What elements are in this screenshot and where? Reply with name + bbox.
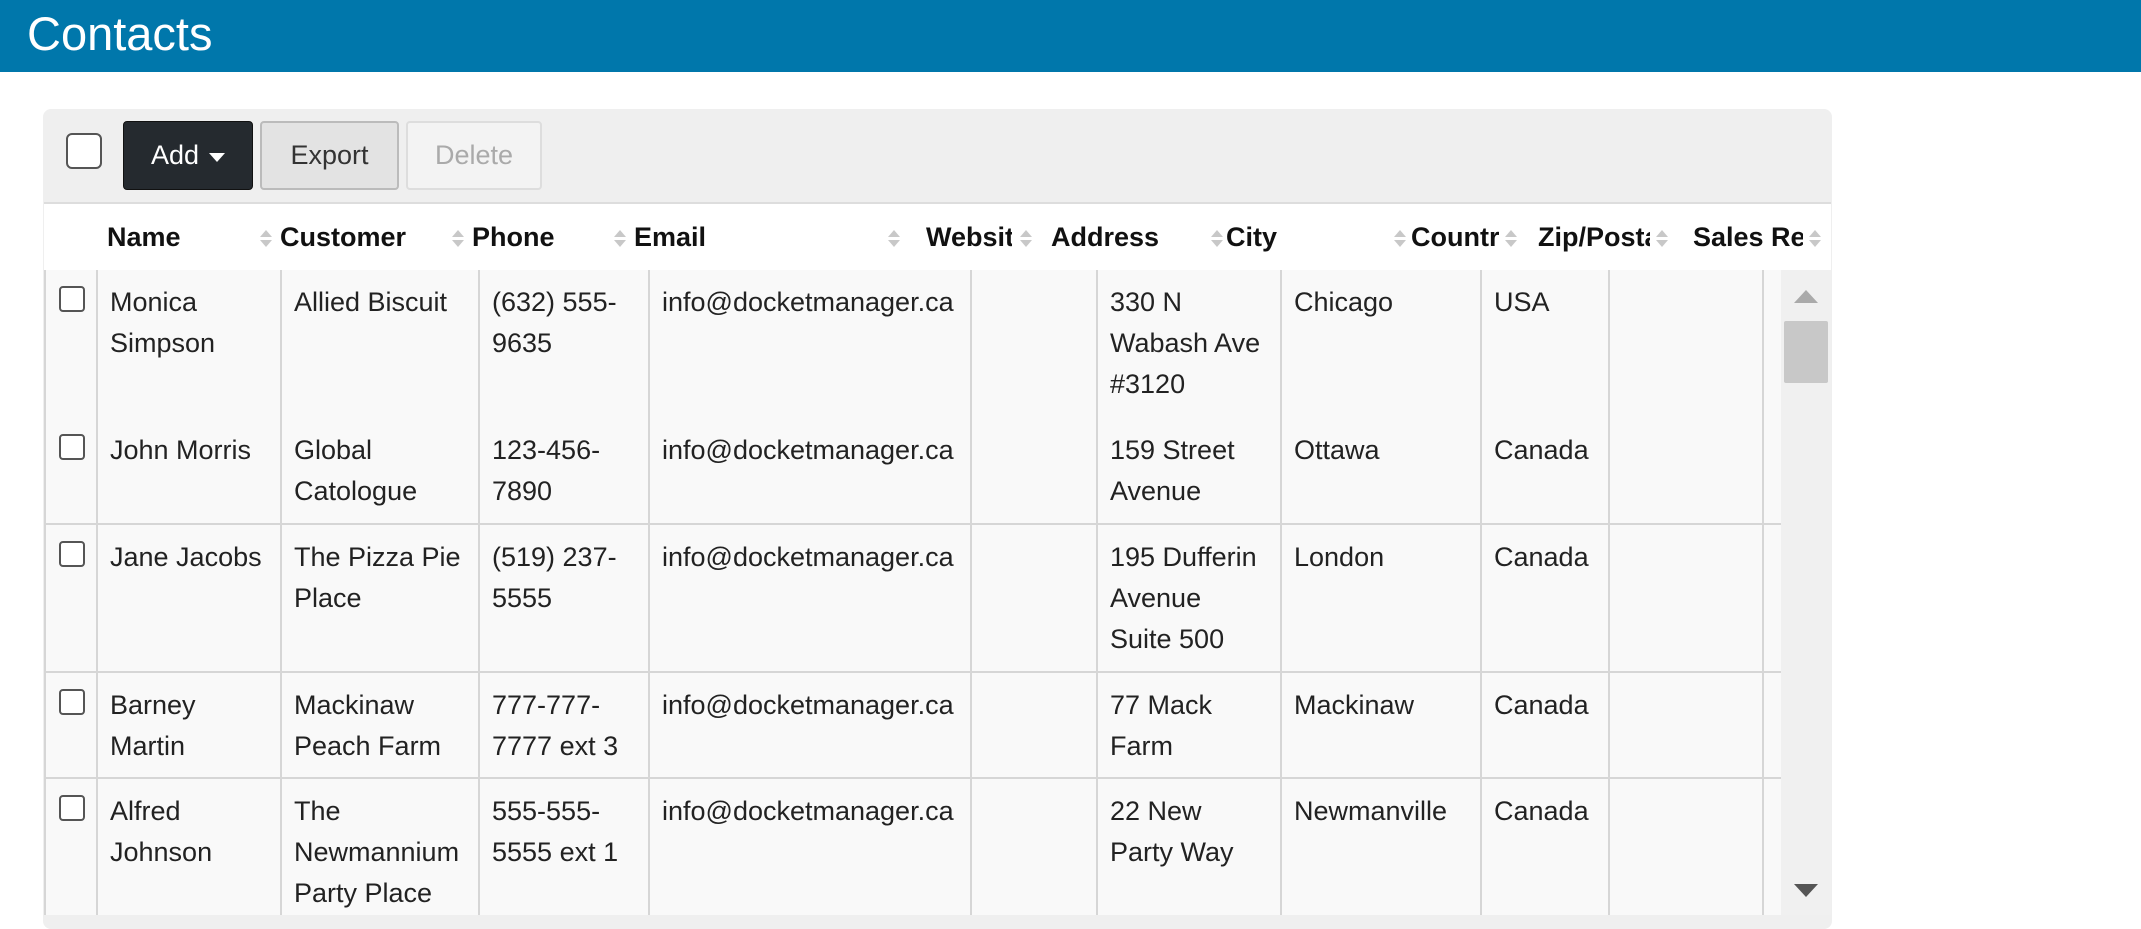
cell-website — [972, 270, 1098, 418]
cell-zip — [1610, 270, 1764, 418]
cell-address: 159 Street Avenue — [1098, 418, 1282, 523]
cell-city: Newmanville — [1282, 779, 1482, 915]
column-header-website[interactable]: Websit — [926, 204, 1034, 271]
column-header-email[interactable]: Email — [634, 204, 902, 271]
cell-name: Monica Simpson — [98, 270, 282, 418]
cell-email: info@docketmanager.ca — [650, 673, 972, 777]
sort-icon — [1020, 230, 1032, 248]
cell-customer: The Newmannium Party Place — [282, 779, 480, 915]
cell-website — [972, 779, 1098, 915]
sort-icon — [452, 230, 464, 248]
cell-sales-rep — [1764, 779, 1781, 915]
cell-sales-rep — [1764, 525, 1781, 671]
row-checkbox[interactable] — [59, 795, 85, 821]
row-checkbox[interactable] — [59, 286, 85, 312]
select-all-checkbox[interactable] — [66, 133, 102, 169]
cell-phone: 123-456-7890 — [480, 418, 650, 523]
cell-customer: Mackinaw Peach Farm — [282, 673, 480, 777]
cell-city: London — [1282, 525, 1482, 671]
cell-zip — [1610, 673, 1764, 777]
cell-name: Alfred Johnson — [98, 779, 282, 915]
sort-icon — [1505, 230, 1517, 248]
column-header-customer[interactable]: Customer — [280, 204, 466, 271]
export-button[interactable]: Export — [260, 121, 399, 190]
scroll-up-icon[interactable] — [1794, 290, 1818, 303]
cell-address: 77 Mack Farm — [1098, 673, 1282, 777]
column-header-name[interactable]: Name — [107, 204, 275, 271]
cell-sales-rep — [1764, 270, 1781, 418]
cell-website — [972, 673, 1098, 777]
scroll-down-icon[interactable] — [1794, 884, 1818, 897]
cell-name: John Morris — [98, 418, 282, 523]
cell-city: Mackinaw — [1282, 673, 1482, 777]
cell-zip — [1610, 525, 1764, 671]
cell-name: Jane Jacobs — [98, 525, 282, 671]
cell-website — [972, 418, 1098, 523]
vertical-scrollbar[interactable] — [1781, 270, 1831, 915]
sort-icon — [1211, 230, 1223, 248]
column-header-sales-rep[interactable]: Sales Re — [1693, 204, 1823, 271]
add-button[interactable]: Add — [123, 121, 253, 190]
sort-icon — [888, 230, 900, 248]
sort-icon — [1809, 230, 1821, 248]
cell-customer: Global Catologue — [282, 418, 480, 523]
title-bar: Contacts — [0, 0, 2141, 72]
sort-icon — [260, 230, 272, 248]
cell-address: 22 New Party Way — [1098, 779, 1282, 915]
cell-phone: 555-555-5555 ext 1 — [480, 779, 650, 915]
cell-city: Chicago — [1282, 270, 1482, 418]
scrollbar-thumb[interactable] — [1784, 321, 1828, 383]
sort-icon — [614, 230, 626, 248]
column-header-phone[interactable]: Phone — [472, 204, 628, 271]
cell-country: Canada — [1482, 525, 1610, 671]
column-header-city[interactable]: City — [1226, 204, 1408, 271]
contacts-table: Monica Simpson Allied Biscuit (632) 555-… — [44, 270, 1781, 915]
cell-zip — [1610, 779, 1764, 915]
table-row[interactable]: Barney Martin Mackinaw Peach Farm 777-77… — [44, 673, 1781, 779]
sort-icon — [1394, 230, 1406, 248]
table-header: Name Customer Phone Email Websit Address… — [44, 202, 1831, 273]
cell-country: Canada — [1482, 779, 1610, 915]
cell-name: Barney Martin — [98, 673, 282, 777]
table-row[interactable]: Monica Simpson Allied Biscuit (632) 555-… — [44, 270, 1781, 420]
cell-address: 330 N Wabash Ave #3120 — [1098, 270, 1282, 418]
table-row[interactable]: Alfred Johnson The Newmannium Party Plac… — [44, 779, 1781, 915]
row-checkbox[interactable] — [59, 689, 85, 715]
cell-email: info@docketmanager.ca — [650, 779, 972, 915]
sort-icon — [1656, 230, 1668, 248]
cell-email: info@docketmanager.ca — [650, 525, 972, 671]
row-checkbox[interactable] — [59, 434, 85, 460]
cell-country: Canada — [1482, 673, 1610, 777]
cell-city: Ottawa — [1282, 418, 1482, 523]
page-title: Contacts — [27, 7, 213, 60]
cell-phone: (632) 555-9635 — [480, 270, 650, 418]
cell-phone: 777-777-7777 ext 3 — [480, 673, 650, 777]
cell-zip — [1610, 418, 1764, 523]
table-row[interactable]: Jane Jacobs The Pizza Pie Place (519) 23… — [44, 525, 1781, 673]
cell-email: info@docketmanager.ca — [650, 270, 972, 418]
column-header-country[interactable]: Countr — [1411, 204, 1519, 271]
table-row[interactable]: John Morris Global Catologue 123-456-789… — [44, 418, 1781, 525]
add-button-label: Add — [150, 140, 200, 170]
cell-customer: Allied Biscuit — [282, 270, 480, 418]
cell-website — [972, 525, 1098, 671]
caret-down-icon — [209, 153, 226, 162]
cell-country: Canada — [1482, 418, 1610, 523]
column-header-zip[interactable]: Zip/Posta — [1538, 204, 1670, 271]
cell-email: info@docketmanager.ca — [650, 418, 972, 523]
column-header-address[interactable]: Address — [1051, 204, 1225, 271]
cell-sales-rep — [1764, 418, 1781, 523]
cell-address: 195 Dufferin Avenue Suite 500 — [1098, 525, 1282, 671]
row-checkbox[interactable] — [59, 541, 85, 567]
delete-button[interactable]: Delete — [406, 121, 542, 190]
cell-customer: The Pizza Pie Place — [282, 525, 480, 671]
cell-sales-rep — [1764, 673, 1781, 777]
cell-phone: (519) 237-5555 — [480, 525, 650, 671]
cell-country: USA — [1482, 270, 1610, 418]
